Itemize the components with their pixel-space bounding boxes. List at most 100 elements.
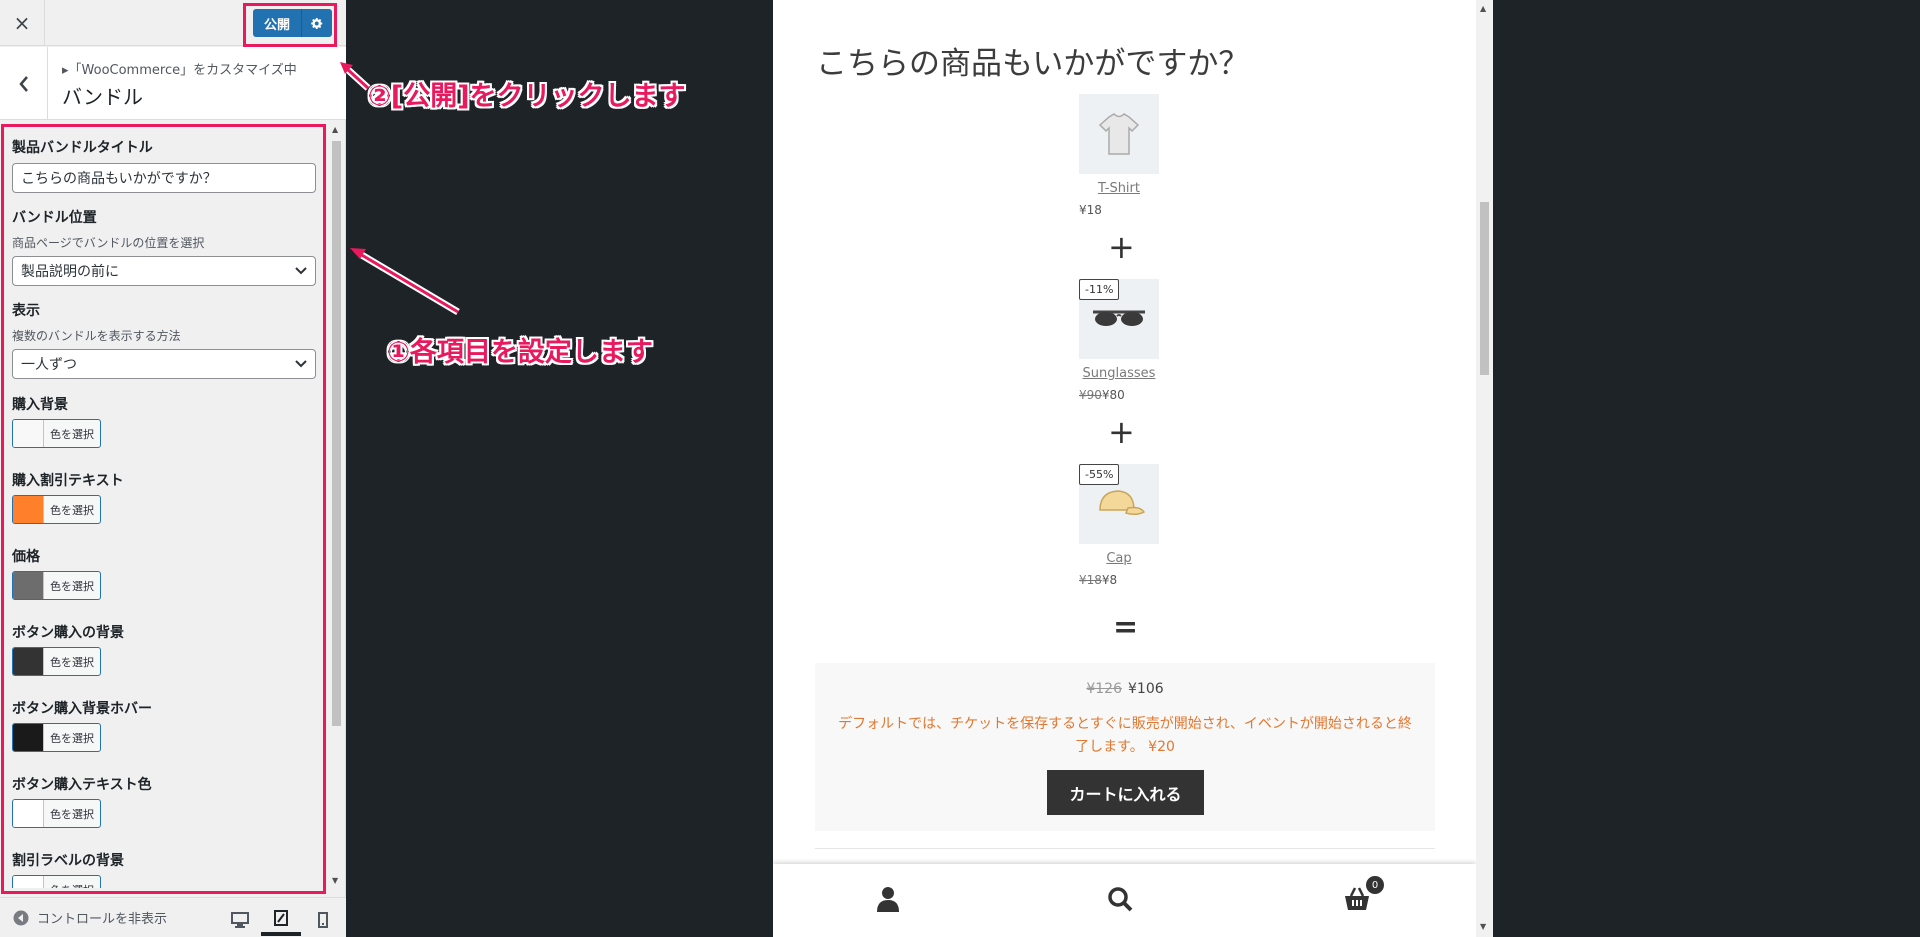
display-desc: 複数のバンドルを表示する方法 <box>12 329 181 343</box>
plus-sign: + <box>1108 413 1135 451</box>
search-icon <box>1108 887 1133 912</box>
color-button-label: 色を選択 <box>50 655 94 669</box>
controls-panel: 製品バンドルタイトル こちらの商品もいかがですか？ バンドル位置 商品ページでバ… <box>0 121 330 888</box>
color-swatch <box>13 420 44 447</box>
product-link[interactable]: T-Shirt <box>1079 181 1159 196</box>
color-picker-button-bg-hover[interactable]: 色を選択 <box>12 723 101 752</box>
site-preview: こちらの商品もいかがですか？ T-Shirt ¥18 + -11% Sungla… <box>773 0 1476 937</box>
color-button-label: 色を選択 <box>50 807 94 821</box>
chevron-down-icon <box>295 360 307 368</box>
publish-button-group: 公開 <box>253 9 332 37</box>
cap-icon <box>1099 490 1146 516</box>
display-select[interactable]: 一人ずつ <box>12 349 316 379</box>
equal-sign: = <box>1113 610 1139 645</box>
product-image[interactable]: -11% <box>1079 279 1159 359</box>
sunglasses-icon <box>1093 310 1145 326</box>
preview-mobile-button[interactable] <box>303 904 343 936</box>
customizer-footer: コントロールを非表示 <box>0 897 346 937</box>
close-icon: × <box>13 11 31 35</box>
color-swatch <box>13 724 44 751</box>
publish-settings-button[interactable] <box>301 9 332 37</box>
color-picker-discount-label-bg[interactable]: 色を選択 <box>12 875 101 888</box>
cart-button[interactable]: 0 <box>1343 876 1384 916</box>
user-icon <box>877 887 899 912</box>
scroll-up-icon[interactable]: ▲ <box>1480 4 1486 13</box>
account-button[interactable] <box>876 886 900 916</box>
preview-desktop-button[interactable] <box>220 904 260 936</box>
product-price-current: ¥80 <box>1101 388 1125 402</box>
display-value: 一人ずつ <box>21 357 77 373</box>
product-image[interactable]: -55% <box>1079 464 1159 544</box>
customizer-header: × 公開 <box>0 0 346 46</box>
product-link[interactable]: Sunglasses <box>1079 366 1159 381</box>
color-swatch <box>13 572 44 599</box>
product-price: ¥90¥80 <box>1079 388 1159 402</box>
annotation-step1: ①各項目を設定します <box>387 337 653 368</box>
product-image[interactable] <box>1079 94 1159 174</box>
mobile-icon <box>318 912 328 928</box>
discount-badge: -55% <box>1079 464 1120 485</box>
preview-tablet-button[interactable] <box>261 904 301 936</box>
mobile-bottom-bar: 0 <box>773 864 1476 937</box>
sidebar-scroll-thumb[interactable] <box>332 141 341 726</box>
product-price: ¥18¥8 <box>1079 573 1159 587</box>
bundle-position-select[interactable]: 製品説明の前に <box>12 256 316 286</box>
desktop-icon <box>231 912 249 928</box>
publish-button[interactable]: 公開 <box>253 9 301 37</box>
bundle-product: -55% Cap ¥18¥8 <box>1079 464 1159 587</box>
color-label-button-bg: ボタン購入の背景 <box>12 625 124 641</box>
discount-badge: -11% <box>1079 279 1120 300</box>
bundle-total-box: ¥126 ¥106 デフォルトでは、チケットを保存するとすぐに販売が開始され、イベ… <box>815 663 1435 831</box>
color-picker-button-bg[interactable]: 色を選択 <box>12 647 101 676</box>
discount-amount: ¥20 <box>1148 739 1175 755</box>
tshirt-icon <box>1098 113 1140 155</box>
bundle-title: こちらの商品もいかがですか？ <box>816 46 1250 82</box>
add-to-cart-button[interactable]: カートに入れる <box>1047 770 1204 815</box>
bundle-title-input[interactable]: こちらの商品もいかがですか？ <box>12 163 316 193</box>
color-label-price: 価格 <box>12 549 40 565</box>
color-button-label: 色を選択 <box>50 503 94 517</box>
back-button[interactable] <box>0 47 48 120</box>
color-button-label: 色を選択 <box>44 876 100 889</box>
bundle-position-desc: 商品ページでバンドルの位置を選択 <box>12 236 205 250</box>
scroll-up-icon[interactable]: ▲ <box>332 125 338 134</box>
color-button-label: 色を選択 <box>50 731 94 745</box>
section-title: バンドル <box>62 85 143 109</box>
collapse-controls-button[interactable]: コントロールを非表示 <box>13 908 167 927</box>
product-price: ¥18 <box>1079 203 1159 217</box>
scroll-down-icon[interactable]: ▼ <box>332 876 338 885</box>
product-link[interactable]: Cap <box>1079 551 1159 566</box>
product-price-old: ¥90 <box>1079 388 1102 402</box>
gear-icon <box>310 17 322 29</box>
discount-note-text: デフォルトでは、チケットを保存するとすぐに販売が開始され、イベントが開始されると… <box>838 716 1412 755</box>
breadcrumb: ▸「WooCommerce」をカスタマイズ中 <box>62 63 297 78</box>
arrow-to-controls <box>350 248 460 316</box>
color-swatch <box>13 876 44 888</box>
bundle-product: T-Shirt ¥18 <box>1079 94 1159 217</box>
color-picker-button-text[interactable]: 色を選択 <box>12 799 101 828</box>
color-button-label: 色を選択 <box>50 427 94 441</box>
bundle-position-label: バンドル位置 <box>12 210 97 226</box>
close-customizer-button[interactable]: × <box>0 0 45 46</box>
sidebar-scrollbar[interactable]: ▲ ▼ <box>330 121 343 888</box>
color-label-discount-text: 購入割引テキスト <box>12 473 124 489</box>
collapse-label: コントロールを非表示 <box>37 912 168 927</box>
color-picker-buy-background[interactable]: 色を選択 <box>12 419 101 448</box>
chevron-down-icon <box>295 267 307 275</box>
collapse-icon <box>13 910 29 925</box>
annotation-step2: ②[公開]をクリックします <box>368 81 686 112</box>
product-price-old: ¥18 <box>1079 573 1102 587</box>
divider <box>815 848 1435 849</box>
color-label-buy-background: 購入背景 <box>12 397 68 413</box>
preview-scrollbar[interactable]: ▲ ▼ <box>1476 0 1493 937</box>
total-new-price: ¥106 <box>1128 681 1164 697</box>
chevron-left-icon <box>18 75 28 92</box>
scroll-down-icon[interactable]: ▼ <box>1480 922 1486 931</box>
product-price-current: ¥18 <box>1079 203 1102 217</box>
color-picker-price[interactable]: 色を選択 <box>12 571 101 600</box>
bundle-position-value: 製品説明の前に <box>21 264 119 280</box>
customizer-sidebar: × 公開 ▸「WooCommerce」をカスタマイズ中 バンドル 製品バンドルタ… <box>0 0 346 937</box>
color-picker-discount-text[interactable]: 色を選択 <box>12 495 101 524</box>
search-button[interactable] <box>1107 886 1133 916</box>
preview-scroll-thumb[interactable] <box>1480 202 1489 375</box>
